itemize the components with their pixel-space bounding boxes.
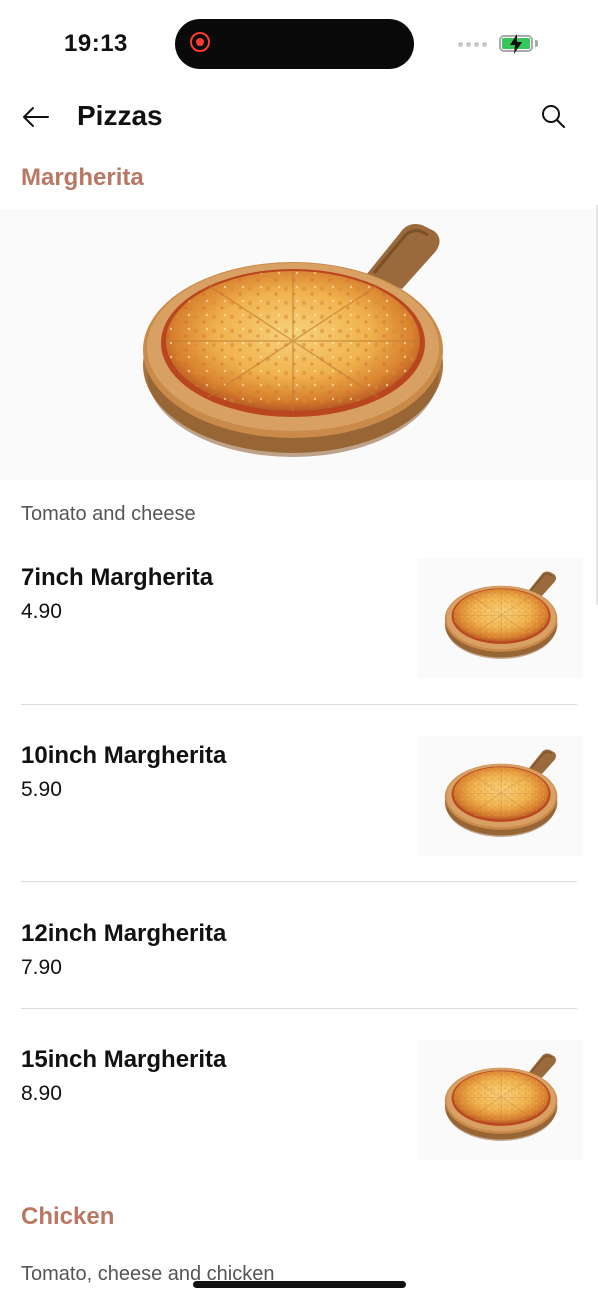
item-thumbnail — [418, 736, 583, 856]
section-title-chicken: Chicken — [21, 1203, 115, 1230]
home-indicator[interactable] — [193, 1281, 406, 1288]
divider — [21, 1008, 577, 1009]
search-icon — [542, 105, 565, 128]
item-name: 15inch Margherita — [21, 1046, 227, 1073]
record-icon — [190, 32, 210, 52]
section-hero-image — [0, 209, 598, 480]
item-name: 7inch Margherita — [21, 564, 214, 591]
page-title: Pizzas — [77, 100, 163, 131]
battery-nub — [535, 40, 538, 47]
item-price: 4.90 — [21, 600, 62, 623]
menu-item[interactable]: 7inch Margherita 4.90 — [0, 555, 598, 705]
item-name: 12inch Margherita — [21, 920, 227, 947]
item-price: 7.90 — [21, 956, 62, 979]
signal-icon — [458, 42, 487, 47]
item-thumbnail — [418, 1040, 583, 1160]
item-price: 5.90 — [21, 778, 62, 801]
section-title-margherita: Margherita — [21, 164, 144, 191]
pizza-image — [138, 215, 458, 465]
dynamic-island — [175, 19, 414, 69]
back-button[interactable] — [20, 102, 52, 132]
pizza-image — [443, 1050, 563, 1144]
item-name: 10inch Margherita — [21, 742, 227, 769]
battery-charging-icon — [499, 34, 533, 54]
divider — [21, 881, 577, 882]
item-thumbnail — [418, 558, 583, 678]
back-arrow-icon — [23, 107, 49, 127]
status-bar: 19:13 — [0, 0, 598, 90]
menu-item[interactable]: 15inch Margherita 8.90 — [0, 1037, 598, 1167]
section-description: Tomato and cheese — [21, 503, 196, 525]
pizza-image — [443, 746, 563, 840]
app-header: Pizzas — [0, 90, 598, 150]
menu-item[interactable]: 10inch Margherita 5.90 — [0, 733, 598, 883]
pizza-image — [443, 568, 563, 662]
status-time: 19:13 — [64, 30, 128, 57]
search-button[interactable] — [538, 101, 568, 131]
menu-item[interactable]: 12inch Margherita 7.90 — [0, 911, 598, 1009]
divider — [21, 704, 577, 705]
item-price: 8.90 — [21, 1082, 62, 1105]
